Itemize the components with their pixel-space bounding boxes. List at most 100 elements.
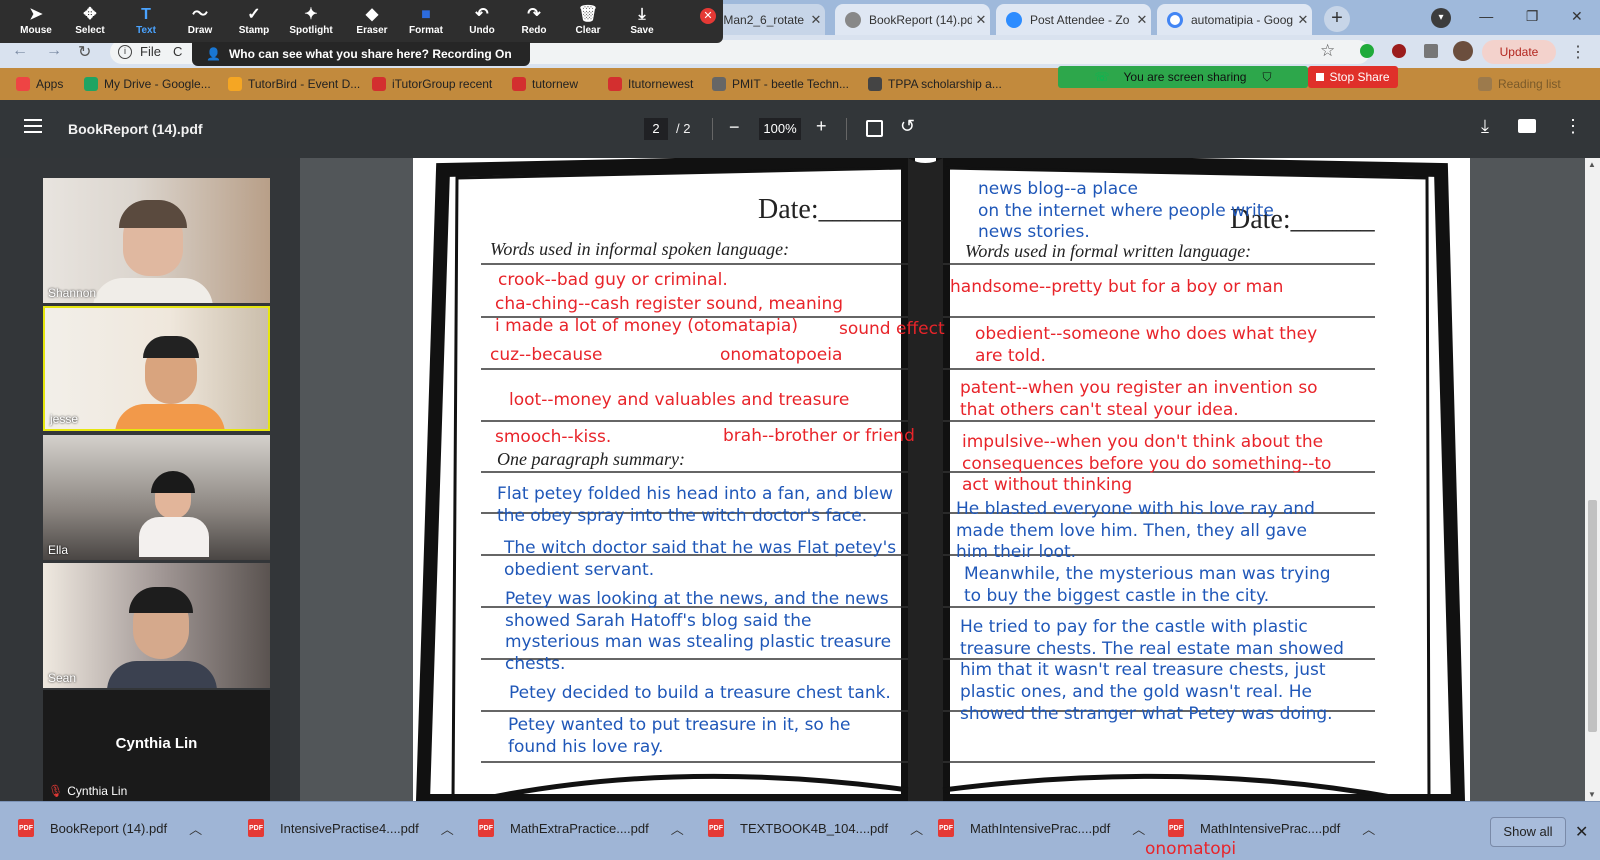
video-tile-sean[interactable]: Sean: [43, 563, 270, 688]
bookmark-item[interactable]: TutorBird - Event D...: [228, 74, 360, 94]
bookmark-item[interactable]: TPPA scholarship a...: [868, 74, 1002, 94]
close-tab-icon[interactable]: ✕: [1133, 12, 1151, 28]
bookmark-star-icon[interactable]: ☆: [1320, 41, 1335, 61]
share-visibility-banner[interactable]: 👤 Who can see what you share here? Record…: [192, 42, 530, 66]
close-tab-icon[interactable]: ✕: [807, 12, 825, 28]
stop-share-label: Stop Share: [1329, 70, 1390, 84]
summary-line: Petey wanted to put treasure in it, so h…: [508, 715, 851, 735]
minimize-icon[interactable]: —: [1479, 8, 1493, 24]
download-item[interactable]: PDF MathExtraPractice....pdf ︿: [478, 814, 684, 842]
zoom-in-icon[interactable]: +: [816, 116, 827, 137]
chevron-up-icon[interactable]: ︿: [671, 819, 684, 838]
forward-icon[interactable]: →: [46, 42, 62, 60]
tool-format[interactable]: ■ Format: [398, 5, 454, 41]
download-icon[interactable]: ⤓: [1481, 116, 1489, 137]
close-tab-icon[interactable]: ✕: [972, 12, 990, 28]
download-item[interactable]: PDF MathIntensivePrac....pdf ︿: [938, 814, 1145, 842]
tab-google-search[interactable]: automatipia - Goog ✕: [1157, 4, 1312, 35]
stop-share-button[interactable]: Stop Share: [1308, 66, 1398, 88]
tool-select[interactable]: ✥ Select: [62, 5, 118, 41]
tool-label: Spotlight: [289, 25, 333, 36]
summary-line: found his love ray.: [508, 737, 664, 757]
tool-draw[interactable]: 〜 Draw: [172, 5, 228, 41]
bookmark-item[interactable]: iTutorGroup recent: [372, 74, 492, 94]
zoom-level[interactable]: 100%: [759, 118, 801, 140]
close-tab-icon[interactable]: ✕: [1294, 12, 1312, 28]
bookmark-item[interactable]: tutornew: [512, 74, 578, 94]
format-icon: ■: [421, 6, 431, 23]
new-tab-button[interactable]: +: [1324, 6, 1350, 32]
restore-icon[interactable]: ❐: [1526, 8, 1539, 25]
participant-label: 🎙 Cynthia Lin: [48, 784, 127, 798]
chevron-up-icon[interactable]: ︿: [189, 819, 202, 838]
tab-title: Post Attendee - Zo: [1030, 12, 1130, 27]
summary-line: The witch doctor said that he was Flat p…: [504, 538, 897, 558]
download-item[interactable]: PDF MathIntensivePrac....pdf ︿: [1168, 814, 1375, 842]
tool-mouse[interactable]: ➤ Mouse: [8, 5, 64, 41]
puzzle-icon[interactable]: [1424, 44, 1438, 58]
chevron-up-icon[interactable]: ︿: [910, 819, 923, 838]
summary-line: him that it wasn't real treasure chests,…: [960, 660, 1326, 680]
video-tile-jesse[interactable]: jesse: [43, 306, 270, 431]
tool-spotlight[interactable]: ✦ Spotlight: [283, 5, 339, 41]
page-number-input[interactable]: 2: [644, 118, 668, 140]
close-annotation-icon[interactable]: ✕: [700, 8, 716, 24]
tool-text[interactable]: T Text: [118, 5, 174, 41]
tool-undo[interactable]: ↶ Undo: [454, 5, 510, 41]
profile-avatar[interactable]: [1453, 41, 1473, 61]
stamp-icon: ✓: [247, 6, 261, 23]
bookmark-item[interactable]: Apps: [16, 74, 63, 94]
tool-eraser[interactable]: ◆ Eraser: [344, 5, 400, 41]
chevron-up-icon[interactable]: ︿: [1362, 819, 1375, 838]
screen-sharing-bar[interactable]: ☏ You are screen sharing ⛉: [1058, 66, 1308, 88]
more-options-icon[interactable]: ⋮: [1564, 116, 1582, 137]
video-tile-shannon[interactable]: Shannon: [43, 178, 270, 303]
participant-shirt: [93, 278, 213, 303]
summary-line: mysterious man was stealing plastic trea…: [505, 632, 892, 652]
ublock-icon[interactable]: [1392, 44, 1406, 58]
bookmark-favicon-icon: [512, 77, 526, 91]
print-icon[interactable]: [1518, 119, 1536, 133]
tab-search-icon[interactable]: ▾: [1431, 8, 1451, 28]
info-icon[interactable]: i: [118, 44, 132, 59]
fit-page-icon[interactable]: [866, 120, 883, 137]
bookmark-item[interactable]: Itutornewest: [608, 74, 693, 94]
chevron-up-icon[interactable]: ︿: [1132, 819, 1145, 838]
download-item[interactable]: PDF IntensivePractise4....pdf ︿: [248, 814, 454, 842]
download-item[interactable]: PDF BookReport (14).pdf ︿: [18, 814, 202, 842]
chrome-menu-icon[interactable]: ⋮: [1570, 42, 1586, 62]
tool-stamp[interactable]: ✓ Stamp: [226, 5, 282, 41]
tab-zoom-attendee[interactable]: Post Attendee - Zo ✕: [996, 4, 1151, 35]
video-tile-ella[interactable]: Ella: [43, 435, 270, 560]
zoom-out-icon[interactable]: −: [729, 117, 740, 138]
hamburger-menu-icon[interactable]: [24, 119, 42, 133]
reading-list[interactable]: Reading list: [1478, 74, 1561, 94]
reload-icon[interactable]: ↻: [78, 42, 91, 62]
extension-green-icon[interactable]: [1360, 44, 1374, 58]
show-all-button[interactable]: Show all: [1490, 817, 1566, 847]
divider: [712, 118, 713, 140]
close-window-icon[interactable]: ✕: [1571, 8, 1583, 25]
update-button[interactable]: Update: [1482, 40, 1556, 64]
tool-redo[interactable]: ↷ Redo: [506, 5, 562, 41]
download-filename: BookReport (14).pdf: [50, 820, 168, 836]
bookmark-item[interactable]: PMIT - beetle Techn...: [712, 74, 849, 94]
back-icon[interactable]: ←: [12, 42, 28, 60]
globe-icon: [845, 11, 861, 28]
stray-annotation: onomatopi: [1145, 839, 1237, 859]
pdf-scrollbar[interactable]: ▼ ▲: [1585, 158, 1600, 801]
tab-bookreport[interactable]: BookReport (14).pd ✕: [835, 4, 990, 35]
scrollbar-thumb[interactable]: [1588, 500, 1597, 732]
chevron-up-icon[interactable]: ︿: [441, 819, 454, 838]
zoom-icon: [1006, 11, 1022, 28]
tool-save[interactable]: ⤓ Save: [614, 5, 670, 41]
scroll-up-icon[interactable]: ▲: [1588, 160, 1596, 169]
tool-clear[interactable]: 🗑 Clear: [560, 5, 616, 41]
scroll-down-icon[interactable]: ▼: [1588, 790, 1596, 799]
download-item[interactable]: PDF TEXTBOOK4B_104....pdf ︿: [708, 814, 923, 842]
bookmark-item[interactable]: My Drive - Google...: [84, 74, 211, 94]
rotate-icon[interactable]: ↺: [900, 116, 915, 137]
eraser-icon: ◆: [365, 6, 379, 23]
close-downloads-icon[interactable]: ✕: [1575, 822, 1588, 842]
video-tile-cynthia[interactable]: Cynthia Lin 🎙 Cynthia Lin: [43, 690, 270, 802]
